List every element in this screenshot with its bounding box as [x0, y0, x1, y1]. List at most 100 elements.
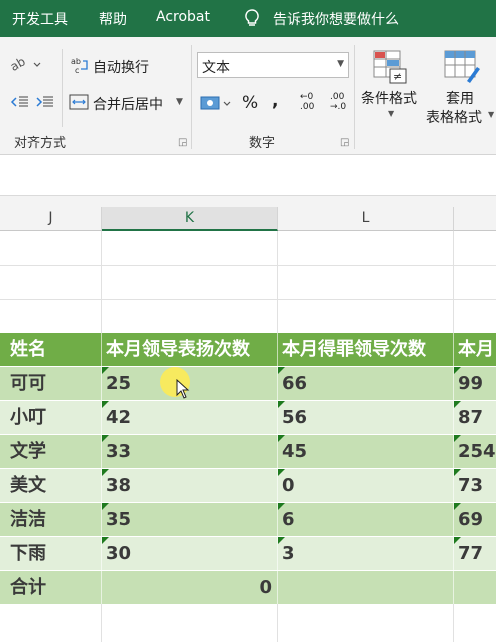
- cell-k[interactable]: 25: [102, 367, 278, 400]
- svg-text:≠: ≠: [393, 70, 402, 83]
- table-header-row: 姓名 本月领导表扬次数 本月得罪领导次数 本月: [0, 333, 496, 366]
- cell-k[interactable]: 35: [102, 503, 278, 536]
- percent-button[interactable]: %: [242, 93, 258, 113]
- wrap-text-icon[interactable]: ab c: [71, 56, 89, 78]
- table-divider: [277, 333, 278, 604]
- table-row: 洁洁 35 6 69: [0, 503, 496, 536]
- decrease-indent-icon[interactable]: [10, 94, 56, 114]
- wrap-text-button[interactable]: 自动换行: [93, 57, 149, 77]
- cell-l-value: 0: [282, 475, 295, 496]
- cell-k[interactable]: 38: [102, 469, 278, 502]
- cell-m[interactable]: 77: [454, 537, 496, 570]
- group-divider: [354, 45, 355, 149]
- cell-l[interactable]: 6: [278, 503, 454, 536]
- cell-name[interactable]: 可可: [0, 367, 102, 400]
- total-cell-l[interactable]: [278, 571, 454, 604]
- cell-m-value: 73: [458, 475, 484, 496]
- table-row: 美文 38 0 73: [0, 469, 496, 502]
- cell-name[interactable]: 美文: [0, 469, 102, 502]
- error-indicator: [278, 469, 285, 476]
- column-header-j[interactable]: J: [0, 207, 102, 231]
- cell-l-value: 6: [282, 509, 295, 530]
- cell-m[interactable]: 69: [454, 503, 496, 536]
- mouse-pointer-icon: [176, 378, 190, 403]
- total-label[interactable]: 合计: [0, 571, 102, 604]
- orientation-icon[interactable]: ab: [8, 54, 42, 76]
- cell-name[interactable]: 下雨: [0, 537, 102, 570]
- cell-k[interactable]: 42: [102, 401, 278, 434]
- cell-l[interactable]: 0: [278, 469, 454, 502]
- comma-button[interactable]: ,: [272, 91, 278, 111]
- alignment-group-label: 对齐方式: [14, 136, 67, 151]
- error-indicator: [278, 435, 285, 442]
- gridline: [277, 231, 278, 333]
- cell-m[interactable]: 87: [454, 401, 496, 434]
- gridline: [453, 604, 454, 642]
- format-table-label-1[interactable]: 套用: [446, 88, 474, 108]
- cell-k-value: 30: [106, 543, 132, 564]
- cell-l[interactable]: 66: [278, 367, 454, 400]
- cell-k[interactable]: 30: [102, 537, 278, 570]
- cell-k[interactable]: 33: [102, 435, 278, 468]
- merge-center-icon[interactable]: [69, 93, 89, 115]
- error-indicator: [454, 367, 461, 374]
- header-name[interactable]: 姓名: [0, 333, 102, 366]
- cell-k-value: 38: [106, 475, 132, 496]
- cell-l[interactable]: 56: [278, 401, 454, 434]
- cell-k-value: 42: [106, 407, 132, 428]
- cell-name[interactable]: 文学: [0, 435, 102, 468]
- currency-icon[interactable]: [200, 94, 234, 116]
- error-indicator: [102, 435, 109, 442]
- number-launcher-icon[interactable]: ◲: [340, 137, 349, 148]
- merge-dropdown-icon[interactable]: ▼: [176, 97, 183, 107]
- cell-l[interactable]: 45: [278, 435, 454, 468]
- decrease-decimal-bottom: →.0: [330, 102, 347, 112]
- tab-help[interactable]: 帮助: [99, 9, 127, 29]
- formula-bar[interactable]: [0, 155, 496, 195]
- chevron-down-icon[interactable]: ▼: [488, 110, 494, 119]
- cell-m[interactable]: 99: [454, 367, 496, 400]
- header-col-m[interactable]: 本月: [454, 333, 496, 366]
- error-indicator: [102, 469, 109, 476]
- lightbulb-icon[interactable]: [243, 8, 261, 32]
- error-indicator: [102, 537, 109, 544]
- table-row: 文学 33 45 254: [0, 435, 496, 468]
- tab-developer[interactable]: 开发工具: [12, 9, 68, 29]
- error-indicator: [102, 367, 109, 374]
- number-format-select[interactable]: 文本 ▼: [197, 52, 349, 78]
- conditional-format-icon[interactable]: ≠: [372, 47, 410, 89]
- header-praise-count[interactable]: 本月领导表扬次数: [102, 333, 278, 366]
- column-header-l[interactable]: L: [278, 207, 454, 231]
- header-offend-count[interactable]: 本月得罪领导次数: [278, 333, 454, 366]
- increase-decimal-button[interactable]: ←0 .00: [300, 92, 314, 112]
- cell-k-value: 35: [106, 509, 132, 530]
- cell-name[interactable]: 洁洁: [0, 503, 102, 536]
- tell-me-search[interactable]: 告诉我你想要做什么: [273, 9, 399, 29]
- cell-m[interactable]: 73: [454, 469, 496, 502]
- column-header-k[interactable]: K: [102, 207, 278, 231]
- format-table-icon[interactable]: [443, 47, 481, 89]
- tab-acrobat[interactable]: Acrobat: [156, 9, 210, 25]
- merge-center-button[interactable]: 合并后居中: [93, 94, 163, 114]
- gridline: [101, 231, 102, 333]
- divider: [62, 49, 63, 127]
- gridline: [0, 299, 496, 300]
- cell-m-value: 87: [458, 407, 484, 428]
- cell-m[interactable]: 254: [454, 435, 496, 468]
- cell-m-value: 77: [458, 543, 484, 564]
- conditional-format-button[interactable]: 条件格式: [361, 88, 417, 108]
- number-format-value: 文本: [202, 60, 230, 76]
- decrease-decimal-button[interactable]: .00 →.0: [330, 92, 346, 112]
- error-indicator: [278, 537, 285, 544]
- alignment-launcher-icon[interactable]: ◲: [178, 137, 187, 148]
- cell-l[interactable]: 3: [278, 537, 454, 570]
- error-indicator: [454, 503, 461, 510]
- chevron-down-icon[interactable]: ▼: [388, 109, 394, 118]
- cell-name[interactable]: 小叮: [0, 401, 102, 434]
- format-table-button[interactable]: 表格格式: [426, 107, 482, 127]
- table-divider: [453, 333, 454, 604]
- total-cell-m[interactable]: [454, 571, 496, 604]
- cell-l-value: 66: [282, 373, 308, 394]
- total-value[interactable]: 0: [102, 571, 278, 604]
- column-header-m[interactable]: [454, 207, 496, 231]
